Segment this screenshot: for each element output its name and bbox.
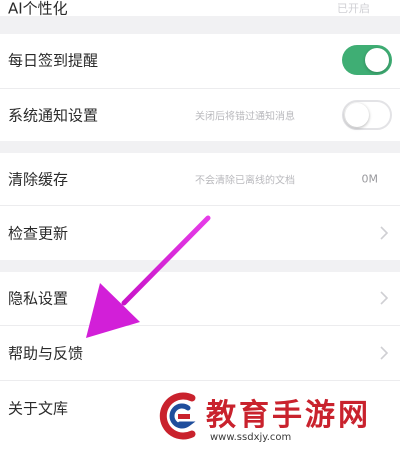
watermark: 教育手游网 www.ssdxjy.com [150,384,400,454]
watermark-title: 教育手游网 [206,398,371,433]
watermark-logo-icon [159,392,196,440]
watermark-url: www.ssdxjy.com [210,432,292,443]
